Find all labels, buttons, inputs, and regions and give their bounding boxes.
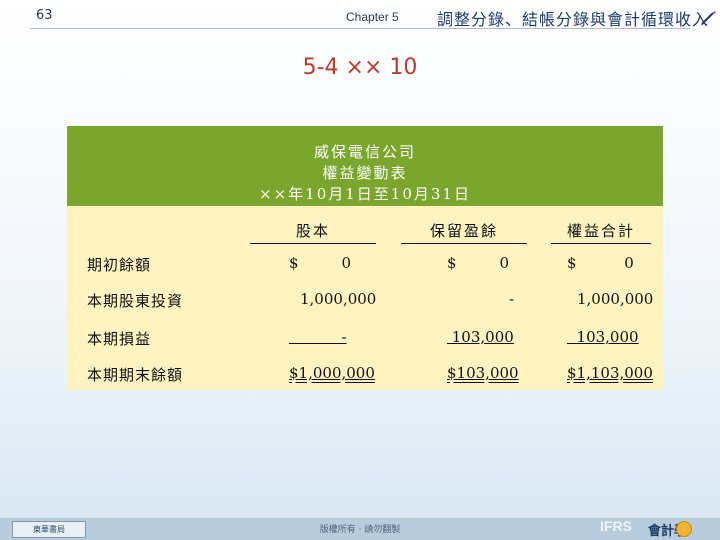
slide: 63 Chapter 5 調整分錄、結帳分錄與會計循環收入 5-4 ×× 10 … <box>0 0 720 540</box>
table-cell: 103,000 <box>567 328 639 346</box>
column-rule <box>401 243 527 244</box>
table-cell: 1,000,000 <box>577 290 654 308</box>
chapter-label: Chapter 5 <box>346 10 399 24</box>
table-cell: 1,000,000 <box>300 290 377 308</box>
row-label-net-income: 本期損益 <box>87 330 152 348</box>
table-cell: $1,000,000 <box>289 364 375 382</box>
column-rule <box>250 243 376 244</box>
table-cell: - <box>509 290 515 308</box>
equity-statement-table: 威保電信公司 權益變動表 ××年10月1日至10月31日 股本 保留盈餘 權益合… <box>67 126 663 390</box>
statement-name: 權益變動表 <box>322 164 408 182</box>
footer-bar: 東華書局 版權所有 · 請勿翻製 IFRS 會計學 <box>0 518 720 540</box>
column-header-total-equity: 權益合計 <box>566 222 635 240</box>
footer-brand-latin: IFRS <box>600 518 632 534</box>
page-number: 63 <box>36 8 53 23</box>
row-label-closing: 本期期末餘額 <box>87 366 184 384</box>
table-cell: $ 0 <box>289 254 351 272</box>
row-label-opening: 期初餘額 <box>87 256 152 274</box>
chapter-title: 調整分錄、結帳分錄與會計循環收入 <box>437 10 710 29</box>
column-header-retained-earnings: 保留盈餘 <box>429 222 498 240</box>
column-header-capital: 股本 <box>295 222 330 240</box>
table-cell: $1,103,000 <box>567 364 653 382</box>
statement-header: 威保電信公司 權益變動表 ××年10月1日至10月31日 <box>67 126 663 206</box>
pen-icon <box>701 11 716 25</box>
table-cell: $ 0 <box>447 254 509 272</box>
row-label-investment: 本期股東投資 <box>87 292 184 310</box>
smile-icon <box>676 521 692 537</box>
header-rule <box>30 28 690 29</box>
table-cell: 103,000 <box>447 328 514 346</box>
column-rule <box>551 243 651 244</box>
table-cell: $ 0 <box>567 254 634 272</box>
statement-period: ××年10月1日至10月31日 <box>259 185 471 203</box>
slide-title: 5-4 ×× 10 <box>302 55 418 80</box>
company-name: 威保電信公司 <box>313 143 416 161</box>
table-cell: $103,000 <box>447 364 519 382</box>
table-cell: - <box>289 328 347 346</box>
